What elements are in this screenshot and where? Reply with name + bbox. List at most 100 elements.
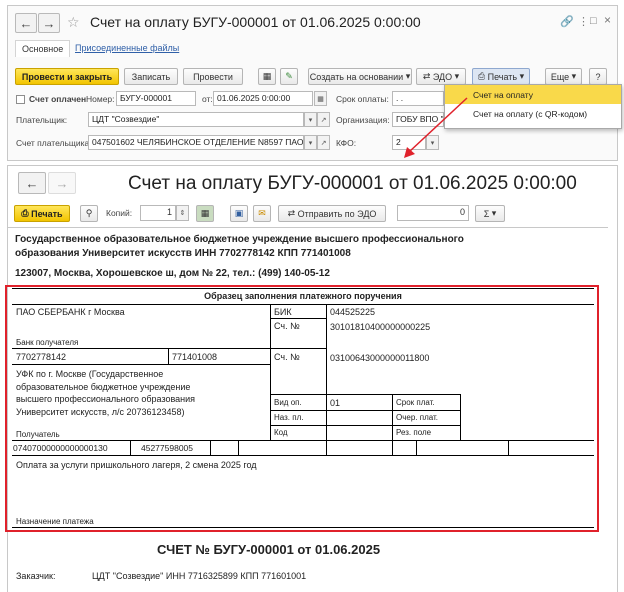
recipient-line: высшего профессионального образования bbox=[16, 394, 196, 404]
corr-account-label: Сч. № bbox=[274, 321, 300, 331]
back-button[interactable]: ← bbox=[15, 13, 37, 33]
save-button[interactable]: Записать bbox=[124, 68, 178, 85]
link-icon[interactable]: 🔗 bbox=[560, 15, 574, 28]
payment-purpose-text: Оплата за услуги пришкольного лагеря, 2 … bbox=[16, 460, 257, 470]
annotation-arrow bbox=[404, 97, 468, 158]
payer-dropdown-button[interactable]: ▾ bbox=[304, 112, 317, 127]
forward-button[interactable]: → bbox=[38, 13, 60, 33]
document-icon-button[interactable]: ▦ bbox=[258, 68, 276, 85]
purpose-code-label: Наз. пл. bbox=[274, 413, 304, 422]
table-line bbox=[12, 440, 594, 441]
op-type-label: Вид оп. bbox=[274, 398, 302, 407]
print-forward-button[interactable]: → bbox=[48, 172, 76, 194]
payer-field[interactable]: ЦДТ "Созвездие" bbox=[88, 112, 304, 127]
edo-label: ЭДО bbox=[432, 71, 453, 82]
payer-account-field[interactable]: 047501602 ЧЕЛЯБИНСКОЕ ОТДЕЛЕНИЕ N8597 ПА… bbox=[88, 135, 304, 150]
recipient-line: Университет искусств, л/с 20736123458) bbox=[16, 406, 185, 417]
printer-icon: ⎙ bbox=[21, 208, 29, 218]
table-line bbox=[392, 440, 393, 455]
sum-field[interactable]: 0 bbox=[397, 205, 469, 221]
close-icon[interactable]: × bbox=[604, 13, 611, 27]
account-open-button[interactable]: ↗ bbox=[317, 135, 330, 150]
link-icon: ↗ bbox=[320, 116, 327, 124]
table-line bbox=[12, 348, 326, 349]
grid-icon: ▦ bbox=[200, 208, 210, 218]
preview-button[interactable]: ⚲ bbox=[80, 205, 98, 222]
table-line bbox=[270, 304, 271, 440]
recipient-line: УФК по г. Москве (Государственное bbox=[16, 369, 164, 379]
print-button[interactable]: ⎙ Печать bbox=[14, 205, 70, 222]
save-file-button[interactable]: ▣ bbox=[230, 205, 248, 222]
sum-button[interactable]: Σ ▾ bbox=[475, 205, 505, 222]
chevron-down-icon: ▾ bbox=[519, 71, 525, 81]
paid-checkbox[interactable] bbox=[16, 95, 25, 104]
email-button[interactable]: ✉ bbox=[253, 205, 271, 222]
menu-dots-icon[interactable]: ⋮ bbox=[578, 15, 589, 28]
edo-icon: ⇄ bbox=[422, 71, 431, 81]
table-line bbox=[416, 440, 417, 455]
document-icon: ▦ bbox=[262, 71, 272, 81]
payment-purpose-label: Назначение платежа bbox=[16, 517, 94, 526]
print-back-button[interactable]: ← bbox=[18, 172, 46, 194]
copies-field[interactable]: 1 bbox=[140, 205, 176, 221]
table-line bbox=[12, 527, 594, 528]
printer-icon: ⎙ bbox=[477, 71, 486, 81]
post-and-close-button[interactable]: Провести и закрыть bbox=[15, 68, 119, 85]
date-field[interactable]: 01.06.2025 0:00:00 bbox=[213, 91, 313, 106]
reserve-field-label: Рез. поле bbox=[396, 428, 432, 437]
post-button[interactable]: Провести bbox=[183, 68, 243, 85]
payer-account-label: Счет плательщика: bbox=[16, 138, 92, 148]
kbk-value: 07407000000000000130 bbox=[13, 443, 108, 453]
calendar-button[interactable]: ▦ bbox=[314, 91, 327, 106]
copies-label: Копий: bbox=[106, 208, 133, 218]
number-label: Номер: bbox=[86, 94, 115, 104]
due-date-label: Срок оплаты: bbox=[336, 94, 389, 104]
print-form-title: Счет на оплату БУГУ-000001 от 01.06.2025… bbox=[128, 173, 577, 194]
table-line bbox=[270, 410, 460, 411]
table-line bbox=[392, 394, 393, 440]
recipient-kpp: 771401008 bbox=[172, 352, 218, 362]
chevron-down-icon: ▾ bbox=[491, 208, 497, 218]
account-dropdown-button[interactable]: ▾ bbox=[304, 135, 317, 150]
chevron-down-icon: ▾ bbox=[405, 71, 411, 81]
tab-attached-files[interactable]: Присоединенные файлы bbox=[75, 43, 179, 53]
bik-label: БИК bbox=[274, 307, 292, 317]
calendar-icon: ▦ bbox=[317, 95, 324, 103]
bank-name: ПАО СБЕРБАНК г Москва bbox=[16, 307, 125, 317]
account-label: Сч. № bbox=[274, 352, 300, 362]
print-menu-button[interactable]: ⎙ Печать ▾ bbox=[472, 68, 530, 85]
payment-heading: Образец заполнения платежного поручения bbox=[204, 291, 402, 301]
create-based-on-button[interactable]: Создать на основании ▾ bbox=[308, 68, 412, 85]
table-line bbox=[326, 304, 327, 440]
edo-button[interactable]: ⇄ ЭДО ▾ bbox=[416, 68, 466, 85]
table-line bbox=[12, 455, 594, 456]
account-value: 03100643000000011800 bbox=[330, 353, 430, 363]
help-button[interactable]: ? bbox=[589, 68, 607, 85]
table-line bbox=[460, 394, 461, 440]
table-line bbox=[210, 440, 211, 455]
copies-stepper[interactable]: ⇕ bbox=[176, 205, 189, 221]
favorite-star-icon[interactable]: ☆ bbox=[67, 14, 80, 31]
form-title: Счет на оплату БУГУ-000001 от 01.06.2025… bbox=[90, 14, 421, 30]
table-line bbox=[270, 318, 326, 319]
payer-open-button[interactable]: ↗ bbox=[317, 112, 330, 127]
more-button[interactable]: Еще ▾ bbox=[545, 68, 582, 85]
send-edo-label: Отправить по ЭДО bbox=[297, 208, 377, 219]
maximize-icon[interactable]: □ bbox=[590, 15, 597, 27]
sigma-icon: Σ bbox=[483, 208, 490, 219]
table-line bbox=[326, 440, 327, 455]
link-icon: ↗ bbox=[320, 139, 327, 147]
number-field[interactable]: БУГУ-000001 bbox=[116, 91, 196, 106]
table-line bbox=[270, 425, 460, 426]
arrow-left-icon: ← bbox=[19, 15, 33, 31]
recipient-line: образовательное бюджетное учреждение bbox=[16, 381, 191, 392]
recipient-inn: 7702778142 bbox=[16, 352, 67, 362]
edit-icon-button[interactable]: ✎ bbox=[280, 68, 298, 85]
customer-label: Заказчик: bbox=[16, 571, 56, 581]
organization-label: Организация: bbox=[336, 115, 390, 125]
chevron-down-icon: ▾ bbox=[308, 139, 313, 147]
tab-main[interactable]: Основное bbox=[15, 40, 71, 57]
send-edo-button[interactable]: ⇄ Отправить по ЭДО bbox=[278, 205, 386, 222]
bank-label: Банк получателя bbox=[16, 338, 79, 347]
edit-mode-button[interactable]: ▦ bbox=[196, 205, 214, 222]
